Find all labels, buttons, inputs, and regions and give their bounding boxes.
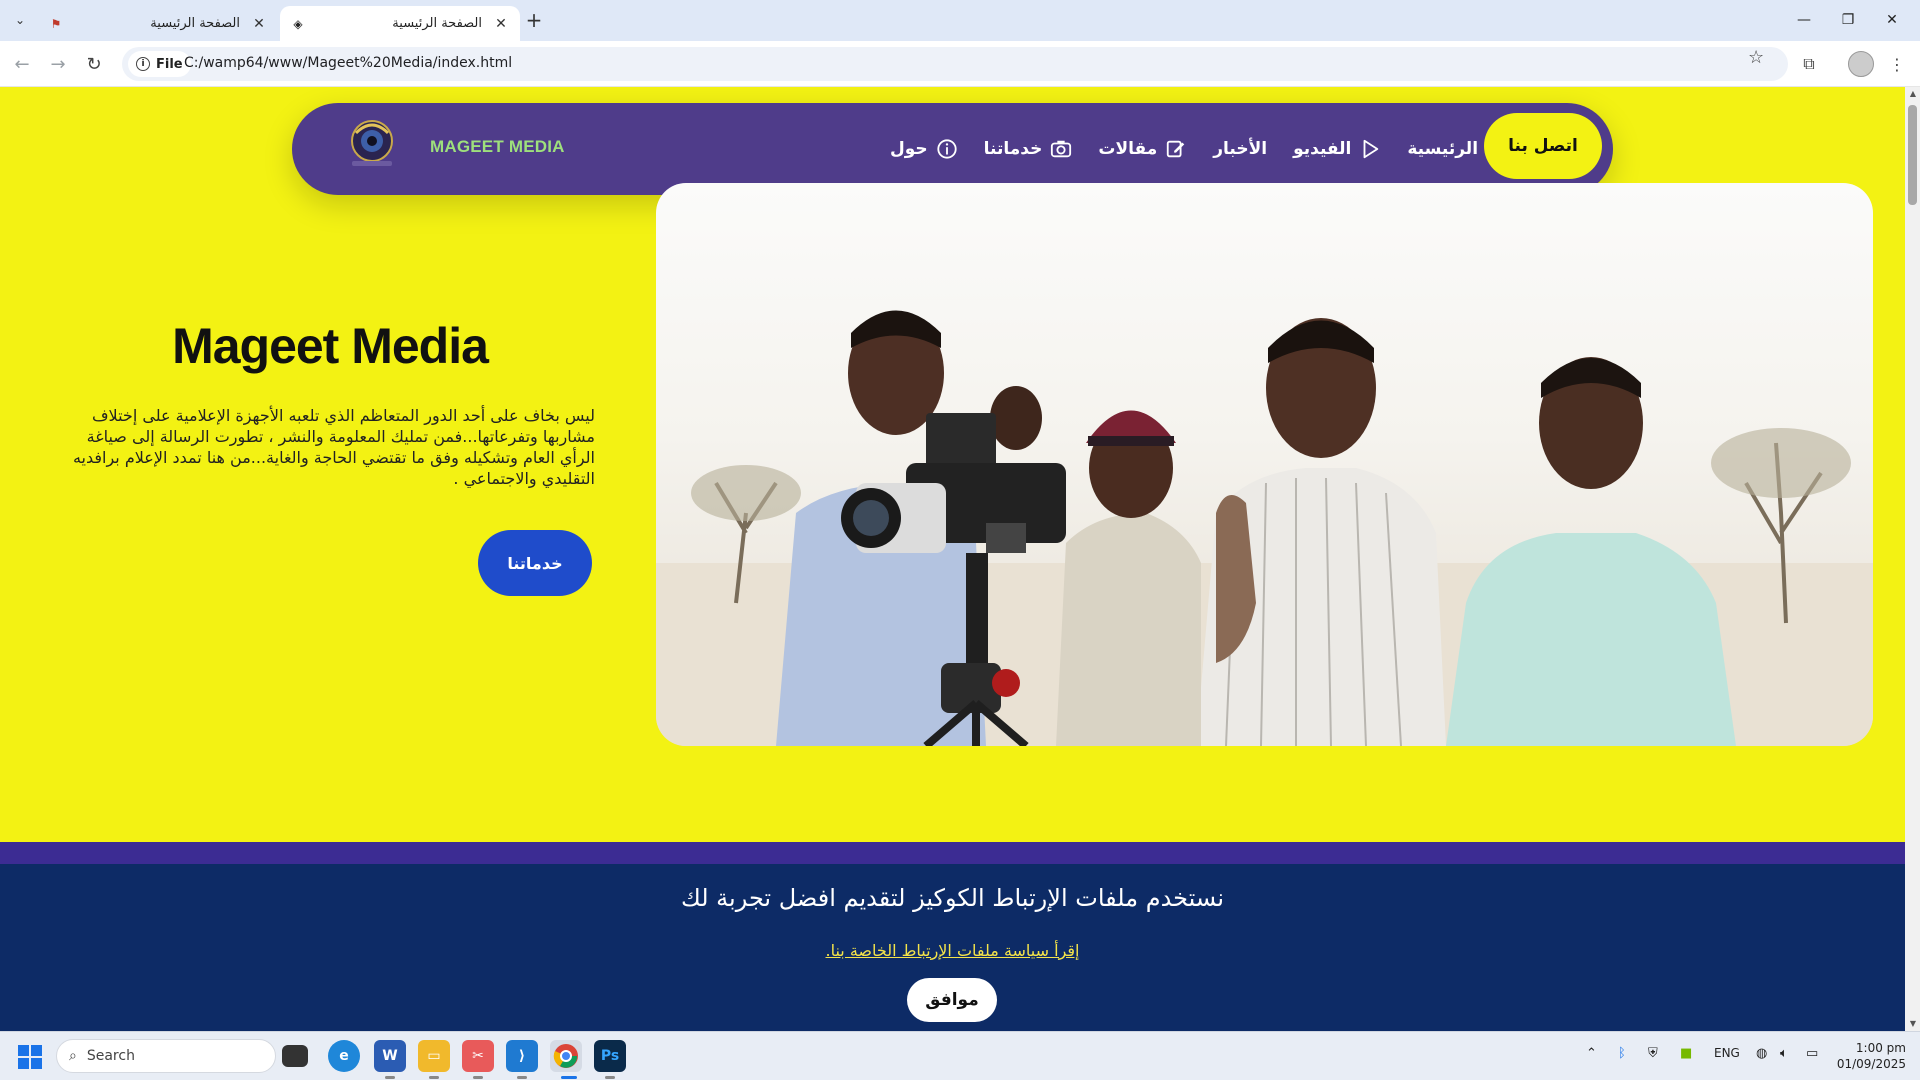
- search-icon: ⌕: [69, 1048, 77, 1064]
- task-view-icon[interactable]: [282, 1045, 308, 1067]
- tray-overflow-icon[interactable]: ⌃: [1586, 1046, 1597, 1061]
- play-icon: [1363, 139, 1379, 159]
- site-info-chip[interactable]: i File: [128, 51, 191, 77]
- edge-icon[interactable]: e: [328, 1040, 360, 1072]
- main-menu: الرئيسية الفيديو الأخبار مقالات خدماتنا …: [890, 103, 1508, 195]
- snipping-running-indicator: [473, 1076, 483, 1079]
- chrome-active-indicator: [561, 1076, 577, 1079]
- taskbar-search[interactable]: ⌕ Search: [56, 1039, 276, 1073]
- address-bar[interactable]: i File C:/wamp64/www/Mageet%20Media/inde…: [122, 47, 1788, 81]
- tab-search-dropdown-icon[interactable]: ⌄: [8, 8, 32, 32]
- scroll-thumb[interactable]: [1908, 105, 1917, 205]
- url-text[interactable]: C:/wamp64/www/Mageet%20Media/index.html: [184, 55, 512, 71]
- info-icon: [937, 139, 957, 159]
- nav-item-services[interactable]: خدماتنا: [984, 138, 1073, 160]
- cookie-accept-button[interactable]: موافق: [907, 978, 997, 1022]
- cookie-message: نستخدم ملفات الإرتباط الكوكيز لتقديم افض…: [680, 884, 1225, 912]
- battery-icon[interactable]: ▭: [1806, 1046, 1818, 1061]
- site-logo[interactable]: [342, 115, 402, 175]
- back-icon[interactable]: ←: [8, 50, 36, 78]
- hero-description: ليس بخاف على أحد الدور المتعاظم الذي تلع…: [72, 406, 595, 488]
- tab-close-icon[interactable]: ✕: [492, 15, 510, 33]
- chrome-icon[interactable]: [550, 1040, 582, 1072]
- browser-tab[interactable]: ⚑ الصفحة الرئيسية ✕: [38, 6, 278, 41]
- extensions-icon[interactable]: ⧉: [1796, 51, 1822, 77]
- windows-taskbar: ⌕ Search e W ▭ ✂ ⟩ Ps ⌃ ᛒ ⛨ ■ ENG ◍ 🔈︎ ▭…: [0, 1031, 1920, 1080]
- tab-close-icon[interactable]: ✕: [250, 15, 268, 33]
- scroll-up-icon[interactable]: ▲: [1908, 89, 1918, 99]
- nav-item-about[interactable]: حول: [890, 138, 958, 160]
- defender-icon[interactable]: ⛨: [1648, 1046, 1658, 1061]
- snipping-tool-icon[interactable]: ✂: [462, 1040, 494, 1072]
- close-window-icon[interactable]: ✕: [1870, 6, 1914, 34]
- network-icon[interactable]: ◍: [1756, 1046, 1767, 1061]
- scroll-down-icon[interactable]: ▼: [1908, 1019, 1918, 1029]
- nvidia-icon[interactable]: ■: [1680, 1046, 1692, 1061]
- clock-date: 01/09/2025: [1836, 1057, 1906, 1071]
- word-running-indicator: [385, 1076, 395, 1079]
- contact-us-button[interactable]: اتصل بنا: [1484, 113, 1602, 179]
- nav-item-articles[interactable]: مقالات: [1098, 138, 1187, 160]
- browser-menu-icon[interactable]: ⋮: [1884, 51, 1910, 77]
- tab-title: الصفحة الرئيسية: [392, 16, 482, 31]
- hero-photo: [656, 183, 1873, 746]
- nav-item-label: الأخبار: [1213, 139, 1268, 159]
- page-scrollbar[interactable]: ▲ ▼: [1905, 87, 1920, 1031]
- volume-icon[interactable]: 🔈︎: [1780, 1046, 1788, 1061]
- photoshop-icon[interactable]: Ps: [594, 1040, 626, 1072]
- cookie-band-accent: [0, 842, 1905, 864]
- nav-item-label: خدماتنا: [983, 139, 1043, 159]
- vscode-running-indicator: [517, 1076, 527, 1079]
- nav-item-news[interactable]: الأخبار: [1213, 139, 1267, 159]
- taskbar-search-placeholder: Search: [86, 1048, 135, 1064]
- bluetooth-icon[interactable]: ᛒ: [1618, 1046, 1626, 1061]
- word-icon[interactable]: W: [374, 1040, 406, 1072]
- new-tab-button[interactable]: +: [520, 8, 548, 32]
- forward-icon[interactable]: →: [44, 50, 72, 78]
- hero-services-button[interactable]: خدماتنا: [478, 530, 592, 596]
- site-navbar: MAGEET MEDIA الرئيسية الفيديو الأخبار مق…: [292, 103, 1613, 195]
- browser-tabstrip: ⌄ ⚑ الصفحة الرئيسية ✕ ◈ الصفحة الرئيسية …: [0, 0, 1920, 41]
- browser-toolbar: ← → ↻ i File C:/wamp64/www/Mageet%20Medi…: [0, 41, 1920, 87]
- edit-icon: [1167, 140, 1185, 158]
- taskbar-clock[interactable]: 1:00 pm 01/09/2025: [1836, 1040, 1906, 1072]
- nav-item-label: الفيديو: [1293, 139, 1352, 159]
- camera-icon: [1051, 140, 1072, 158]
- windows-start-icon[interactable]: [18, 1045, 42, 1069]
- nav-item-label: الرئيسية: [1407, 139, 1479, 159]
- file-explorer-icon[interactable]: ▭: [418, 1040, 450, 1072]
- bookmark-star-icon[interactable]: ☆: [1748, 47, 1764, 68]
- photoshop-running-indicator: [605, 1076, 615, 1079]
- vscode-icon[interactable]: ⟩: [506, 1040, 538, 1072]
- minimize-icon[interactable]: —: [1782, 6, 1826, 34]
- tab-title: الصفحة الرئيسية: [150, 16, 240, 31]
- nav-item-video[interactable]: الفيديو: [1293, 138, 1381, 160]
- info-icon: i: [136, 57, 150, 71]
- cookie-policy-link[interactable]: إقرأ سياسة ملفات الإرتباط الخاصة بنا.: [0, 941, 1905, 960]
- language-indicator[interactable]: ENG: [1714, 1046, 1740, 1060]
- tab-favicon-icon: ⚑: [50, 16, 62, 31]
- browser-tab-active[interactable]: ◈ الصفحة الرئيسية ✕: [280, 6, 520, 41]
- site-chip-label: File: [156, 56, 183, 72]
- nav-item-label: حول: [890, 139, 928, 159]
- brand-name[interactable]: MAGEET MEDIA: [430, 137, 565, 157]
- hero-title: Mageet Media: [172, 318, 489, 374]
- profile-avatar[interactable]: [1848, 51, 1874, 77]
- nav-item-label: مقالات: [1098, 139, 1158, 159]
- tab-favicon-icon: ◈: [293, 16, 303, 31]
- clock-time: 1:00 pm: [1855, 1041, 1906, 1055]
- restore-icon[interactable]: ❐: [1826, 6, 1870, 34]
- explorer-running-indicator: [429, 1076, 439, 1079]
- reload-icon[interactable]: ↻: [80, 50, 108, 78]
